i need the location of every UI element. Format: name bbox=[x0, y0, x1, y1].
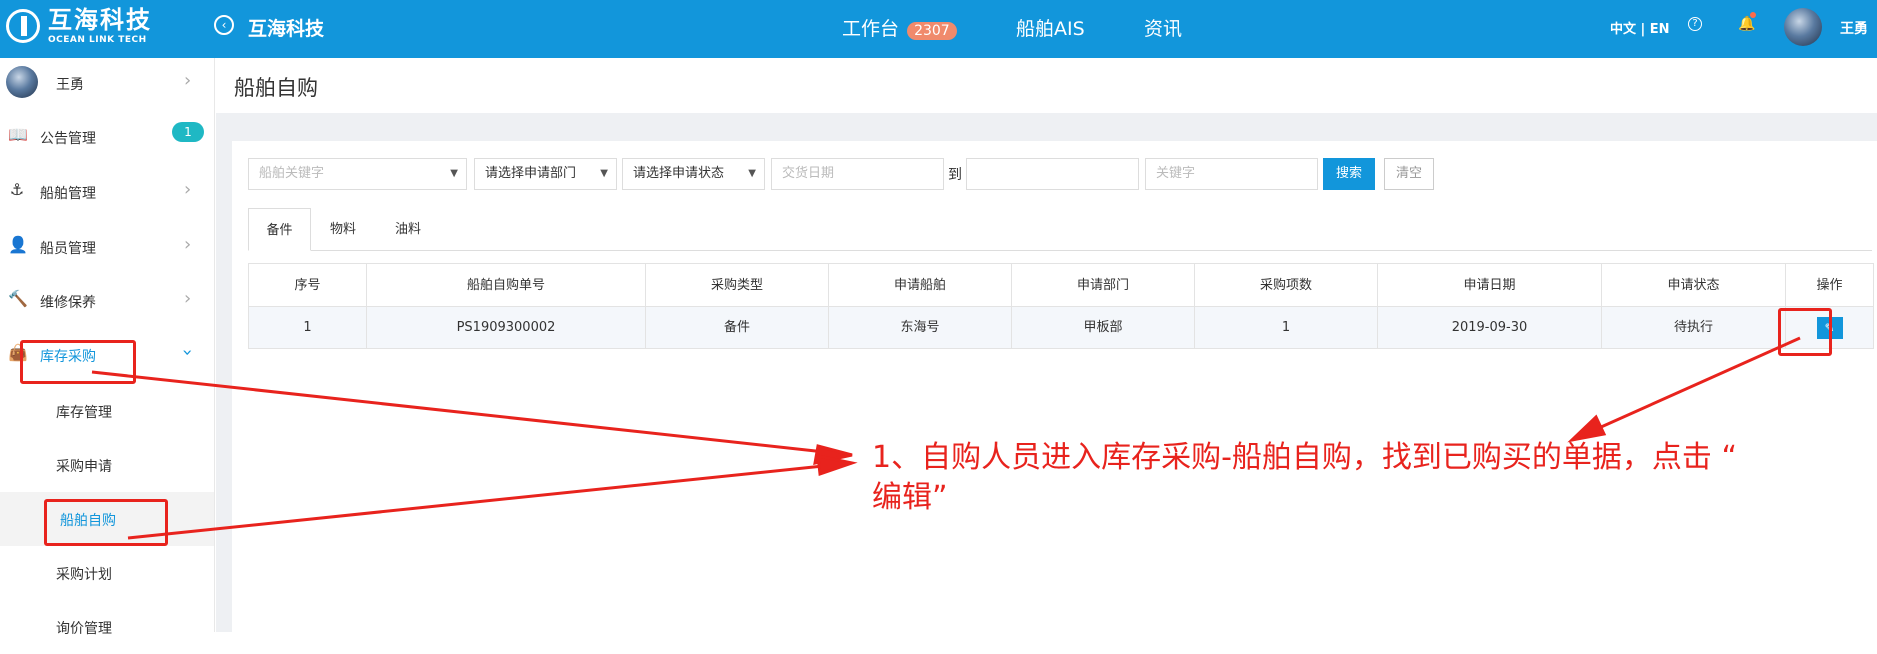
arrow-head bbox=[1567, 414, 1607, 443]
annotation-line-1: 1、自购人员进入库存采购-船舶自购，找到已购买的单据，点击 “ bbox=[872, 440, 1737, 475]
annotation-arrows bbox=[91, 336, 1801, 540]
annotation-instruction: 1、自购人员进入库存采购-船舶自购，找到已购买的单据，点击 “ 编辑” bbox=[872, 438, 1842, 518]
arrow-head bbox=[816, 454, 858, 477]
annotation-line-2: 编辑” bbox=[872, 480, 948, 515]
